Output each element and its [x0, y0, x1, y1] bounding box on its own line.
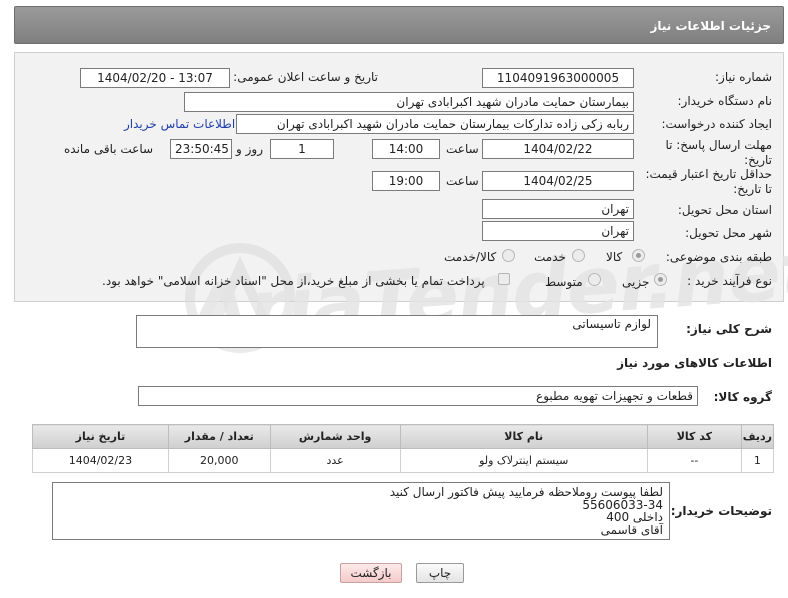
col-name-header: نام کالا [399, 424, 648, 449]
category-service-label: خدمت [534, 250, 566, 264]
reply-days-label: روز و [236, 142, 263, 156]
goods-group-field: قطعات و تجهیزات تهویه مطبوع [138, 386, 698, 406]
purchase-type-label: نوع فرآیند خرید : [687, 274, 772, 288]
description-label: شرح کلی نیاز: [686, 322, 772, 336]
col-date-header: تاریخ نیاز [32, 424, 169, 449]
remaining-time-field: 23:50:45 [170, 139, 232, 159]
purchase-medium-label: متوسط [545, 275, 583, 289]
reply-deadline-label: مهلت ارسال پاسخ: تا تاریخ: [665, 138, 772, 167]
goods-name-cell: سیستم اینترلاک ولو [399, 448, 648, 473]
need-number-field: 1104091963000005 [482, 68, 634, 88]
buyer-notes-line: 55606033-34 [582, 497, 663, 512]
price-validity-time-label: ساعت [446, 174, 479, 188]
goods-table-header-row: ردیف کد کالا نام کالا واحد شمارش تعداد /… [32, 424, 775, 449]
unit-cell: عدد [269, 448, 401, 473]
delivery-city-field: تهران [482, 221, 634, 241]
category-goods-radio[interactable] [632, 249, 645, 262]
category-service-radio[interactable] [572, 249, 585, 262]
requester-field: ربابه زکی زاده تدارکات بیمارستان حمایت م… [236, 114, 634, 134]
buyer-notes-line: داخلی 400 [606, 510, 663, 524]
buyer-notes-field: لطفا پیوست روملاحظه فرمایید پیش فاکتور ا… [52, 482, 670, 540]
page-header: جزئیات اطلاعات نیاز [14, 6, 784, 44]
purchase-medium-radio[interactable] [588, 273, 601, 286]
need-number-label: شماره نیاز: [715, 70, 772, 84]
quantity-cell: 20,000 [167, 448, 271, 473]
reply-days-field: 1 [270, 139, 334, 159]
buyer-org-field: بیمارستان حمایت مادران شهید اکبرابادی ته… [184, 92, 634, 112]
goods-group-label: گروه کالا: [713, 390, 772, 404]
category-goods-label: کالا [606, 250, 623, 264]
buyer-notes-line: آقای قاسمی [600, 522, 663, 537]
goods-table: ردیف کد کالا نام کالا واحد شمارش تعداد /… [32, 424, 775, 473]
buyer-notes-line: لطفا پیوست روملاحظه فرمایید پیش فاکتور ا… [389, 485, 663, 499]
announce-datetime-label: تاریخ و ساعت اعلان عمومی: [233, 70, 378, 84]
delivery-province-label: استان محل تحویل: [677, 203, 772, 217]
price-validity-date: 1404/02/25 [482, 171, 634, 191]
page-title: جزئیات اطلاعات نیاز [650, 19, 771, 33]
delivery-province-field: تهران [482, 199, 634, 219]
purchase-minor-label: جزیی [622, 275, 650, 289]
reply-deadline-date: 1404/02/22 [482, 139, 634, 159]
reply-deadline-time: 14:00 [372, 139, 440, 159]
back-button[interactable]: بازگشت [340, 563, 402, 583]
buyer-notes-label: توضیحات خریدار: [670, 504, 772, 518]
category-both-label: کالا/خدمت [444, 250, 497, 264]
col-unit-header: واحد شمارش [269, 424, 401, 449]
need-date-cell: 1404/02/23 [32, 448, 169, 473]
price-validity-label: حداقل تاریخ اعتبار قیمت: تا تاریخ: [645, 167, 772, 196]
buyer-contact-link[interactable]: اطلاعات تماس خریدار [124, 117, 235, 131]
page: جزئیات اطلاعات نیاز AriaTender.net شماره… [0, 0, 788, 598]
treasury-payment-note: پرداخت تمام یا بخشی از مبلغ خرید،از محل … [102, 274, 485, 288]
announce-datetime-field: 1404/02/20 - 13:07 [80, 68, 230, 88]
reply-time-label: ساعت [446, 142, 479, 156]
goods-code-cell: -- [646, 448, 742, 473]
treasury-payment-checkbox[interactable] [498, 273, 510, 285]
category-both-radio[interactable] [502, 249, 515, 262]
remaining-time-label: ساعت باقی مانده [64, 142, 154, 156]
buyer-org-label: نام دستگاه خریدار: [677, 94, 773, 108]
purchase-minor-radio[interactable] [654, 273, 667, 286]
col-row-header: ردیف [740, 424, 775, 449]
goods-info-title: اطلاعات کالاهای مورد نیاز [617, 356, 772, 370]
print-button[interactable]: چاپ [416, 563, 464, 583]
row-number-cell: 1 [740, 448, 775, 473]
delivery-city-label: شهر محل تحویل: [685, 226, 772, 240]
category-label: طبقه بندی موضوعی: [665, 250, 772, 264]
description-field: لوازم تاسیساتی [136, 315, 658, 348]
price-validity-time: 19:00 [372, 171, 440, 191]
table-row: 1 -- سیستم اینترلاک ولو عدد 20,000 1404/… [32, 448, 775, 473]
col-qty-header: تعداد / مقدار [167, 424, 271, 449]
requester-label: ایجاد کننده درخواست: [661, 117, 772, 131]
col-code-header: کد کالا [646, 424, 742, 449]
